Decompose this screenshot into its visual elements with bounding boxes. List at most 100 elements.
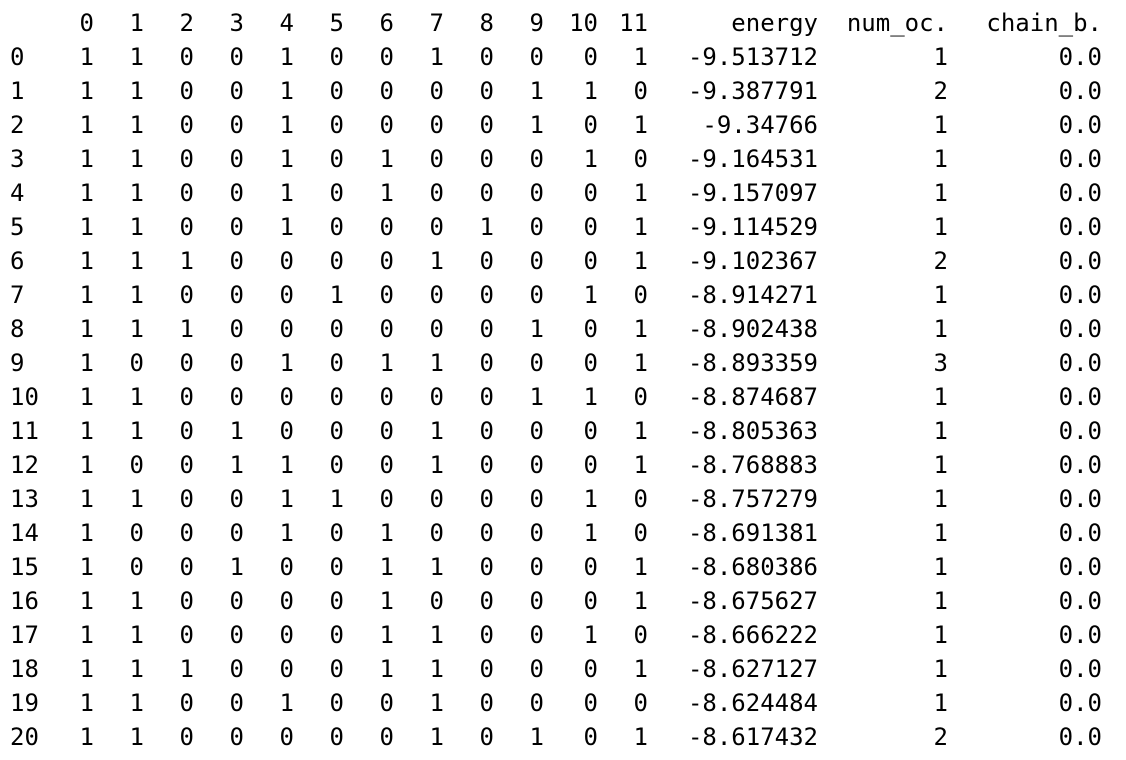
column-header: 2 <box>179 9 194 37</box>
table-cell: 0 <box>279 281 294 309</box>
table-cell: 0.0 <box>1058 723 1102 751</box>
table-cell: 0 <box>379 77 394 105</box>
table-cell: 0 <box>229 349 244 377</box>
table-cell: 0 <box>583 179 598 207</box>
table-cell: 1 <box>429 417 444 445</box>
column-header: num_oc. <box>846 9 948 37</box>
table-cell: 1 <box>379 587 394 615</box>
table-cell: 1 <box>529 111 544 139</box>
column-header: 5 <box>329 9 344 37</box>
table-cell: -9.114529 <box>687 213 818 241</box>
dataframe-output: 0 1 2 3 4 5 6 7 8 9 10 11 energy num_oc. chain_b. 0 1 1 0 0… <box>0 0 1126 760</box>
table-cell: 1 <box>179 247 194 275</box>
table-cell: 0 <box>179 621 194 649</box>
table-cell: 1 <box>279 111 294 139</box>
table-cell: 0 <box>229 587 244 615</box>
table-cell: 0 <box>129 349 144 377</box>
table-cell: 0 <box>379 43 394 71</box>
table-cell: 1 <box>633 451 648 479</box>
row-index: 20 <box>10 723 39 751</box>
row-index: 11 <box>10 417 39 445</box>
table-cell: 0 <box>329 145 344 173</box>
table-cell: 0 <box>179 451 194 479</box>
table-cell: 0 <box>229 43 244 71</box>
table-cell: 1 <box>933 383 948 411</box>
table-cell: 1 <box>279 43 294 71</box>
table-cell: 0 <box>583 213 598 241</box>
table-cell: 1 <box>79 77 94 105</box>
table-cell: 1 <box>633 179 648 207</box>
table-cell: 0.0 <box>1058 145 1102 173</box>
table-cell: 0 <box>229 213 244 241</box>
table-cell: 0 <box>229 655 244 683</box>
table-cell: 2 <box>933 247 948 275</box>
table-cell: 1 <box>429 553 444 581</box>
table-cell: 0 <box>379 451 394 479</box>
row-index: 19 <box>10 689 39 717</box>
column-header: 1 <box>129 9 144 37</box>
table-cell: 1 <box>279 77 294 105</box>
table-cell: 0 <box>229 179 244 207</box>
table-cell: 0 <box>479 587 494 615</box>
column-header: 10 <box>569 9 598 37</box>
row-index: 9 <box>10 349 25 377</box>
table-cell: 0 <box>583 43 598 71</box>
table-cell: 0 <box>633 621 648 649</box>
table-cell: 0.0 <box>1058 621 1102 649</box>
row-index: 1 <box>10 77 25 105</box>
table-cell: -8.617432 <box>687 723 818 751</box>
table-cell: 0 <box>479 111 494 139</box>
table-cell: 1 <box>633 553 648 581</box>
table-cell: 0 <box>279 621 294 649</box>
table-cell: 0 <box>279 383 294 411</box>
table-cell: 1 <box>79 451 94 479</box>
table-cell: 1 <box>933 417 948 445</box>
row-index: 6 <box>10 247 25 275</box>
table-cell: 0 <box>229 111 244 139</box>
table-cell: 0 <box>529 213 544 241</box>
table-cell: 1 <box>79 349 94 377</box>
table-cell: 1 <box>583 519 598 547</box>
table-cell: 1 <box>129 43 144 71</box>
table-cell: 0 <box>529 349 544 377</box>
row-index: 16 <box>10 587 39 615</box>
table-cell: 1 <box>933 43 948 71</box>
column-header: 11 <box>619 9 648 37</box>
column-header: chain_b. <box>986 9 1102 37</box>
row-index: 4 <box>10 179 25 207</box>
table-cell: 1 <box>129 689 144 717</box>
table-cell: 1 <box>79 213 94 241</box>
table-cell: 1 <box>279 349 294 377</box>
column-header: 0 <box>79 9 94 37</box>
table-cell: 1 <box>933 655 948 683</box>
column-header: 3 <box>229 9 244 37</box>
table-cell: 1 <box>179 655 194 683</box>
table-cell: 0 <box>529 451 544 479</box>
table-cell: 1 <box>229 451 244 479</box>
table-cell: 0 <box>329 723 344 751</box>
table-cell: 1 <box>933 281 948 309</box>
table-cell: 1 <box>79 553 94 581</box>
table-cell: 1 <box>329 281 344 309</box>
table-cell: 1 <box>129 315 144 343</box>
table-cell: 0 <box>379 213 394 241</box>
table-cell: 1 <box>633 655 648 683</box>
table-cell: 0 <box>229 621 244 649</box>
table-cell: 3 <box>933 349 948 377</box>
table-cell: 0 <box>429 519 444 547</box>
table-cell: 0 <box>329 689 344 717</box>
table-cell: 0 <box>179 77 194 105</box>
table-cell: 1 <box>379 349 394 377</box>
table-cell: 1 <box>79 417 94 445</box>
table-cell: 0 <box>583 349 598 377</box>
table-cell: 1 <box>279 519 294 547</box>
table-cell: 0 <box>479 621 494 649</box>
table-cell: -9.34766 <box>702 111 818 139</box>
table-cell: 1 <box>933 451 948 479</box>
row-index: 0 <box>10 43 25 71</box>
table-cell: 1 <box>529 723 544 751</box>
table-cell: 0 <box>329 519 344 547</box>
table-cell: 0 <box>179 417 194 445</box>
table-cell: 0 <box>179 145 194 173</box>
table-cell: 1 <box>79 723 94 751</box>
